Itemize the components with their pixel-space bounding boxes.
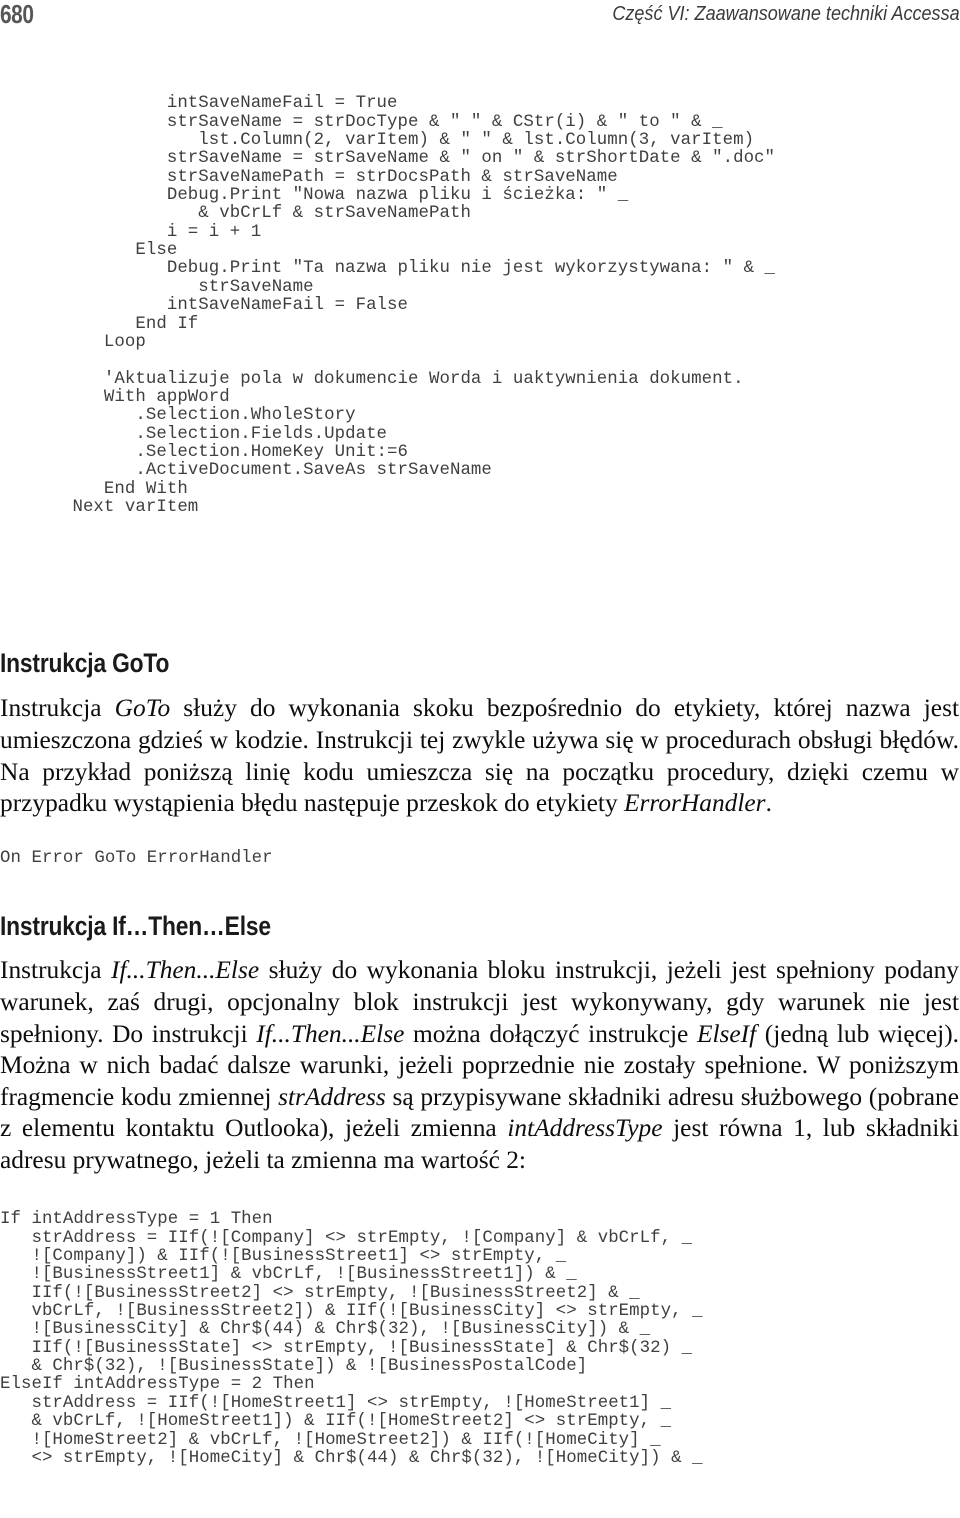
section-heading-if-then-else: Instrukcja If…Then…Else: [0, 910, 271, 941]
paragraph-goto: Instrukcja GoTo służy do wykonania skoku…: [0, 694, 960, 818]
running-header: 680 Część VI: Zaawansowane techniki Acce…: [0, 0, 960, 34]
code-block-if-then-else-address: If intAddressType = 1 Then strAddress = …: [0, 1210, 703, 1468]
code-block-on-error-goto: On Error GoTo ErrorHandler: [0, 849, 273, 869]
book-page: 680 Część VI: Zaawansowane techniki Acce…: [0, 0, 960, 1518]
code-block-save-name-loop: intSaveNameFail = True strSaveName = str…: [72, 94, 776, 517]
running-head-title: Część VI: Zaawansowane techniki Accessa: [612, 2, 960, 25]
page-number: 680: [0, 0, 34, 29]
paragraph-if-then-else: Instrukcja If...Then...Else służy do wyk…: [0, 956, 960, 1174]
section-heading-goto: Instrukcja GoTo: [0, 647, 170, 678]
